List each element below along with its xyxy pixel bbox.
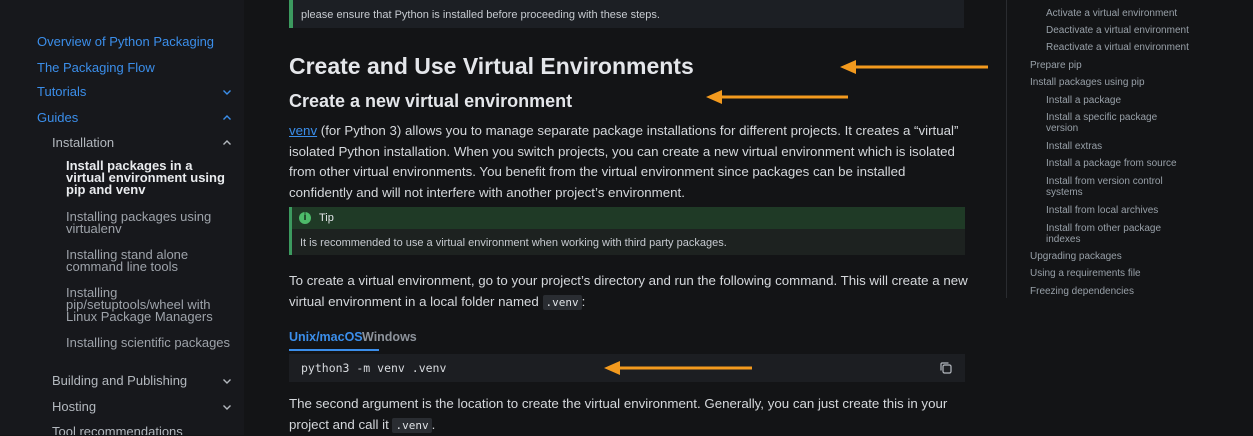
location-paragraph: The second argument is the location to c…: [289, 394, 969, 436]
create-text-end: :: [581, 293, 586, 309]
create-text: To create a virtual environment, go to y…: [289, 273, 968, 309]
sidebar-item-label: Hosting: [52, 399, 97, 414]
toc-item[interactable]: Install from version control: [1046, 176, 1163, 187]
arrow-left-icon: [604, 361, 752, 375]
sidebar: Overview of Python Packaging The Packagi…: [0, 0, 244, 435]
chevron-down-icon[interactable]: [222, 402, 232, 412]
create-paragraph: To create a virtual environment, go to y…: [289, 271, 969, 313]
arrow-left-icon: [840, 60, 988, 74]
location-text-end: .: [431, 416, 436, 432]
tip-header: i Tip: [292, 207, 965, 229]
command-text: python3 -m venv .venv: [301, 361, 447, 375]
chevron-up-icon[interactable]: [222, 138, 232, 148]
toc-item[interactable]: Install from other package: [1046, 223, 1161, 234]
inline-code: .venv: [542, 294, 582, 310]
sidebar-item-install-venv[interactable]: Install packages in a virtual environmen…: [66, 159, 232, 196]
tab-unix-macos[interactable]: Unix/macOS: [289, 330, 363, 344]
toc-item[interactable]: Deactivate a virtual environment: [1046, 25, 1189, 36]
toc-item-wrap[interactable]: version: [1046, 123, 1078, 134]
sidebar-item-virtualenv[interactable]: Installing packages using virtualenv: [66, 210, 232, 235]
toc-item[interactable]: Freezing dependencies: [1030, 286, 1134, 297]
section-heading: Create a new virtual environment: [289, 91, 573, 111]
info-icon: i: [299, 212, 311, 224]
toc-item[interactable]: Install packages using pip: [1030, 77, 1145, 88]
intro-text: (for Python 3) allows you to manage sepa…: [289, 123, 959, 200]
sidebar-item-label: Tutorials: [37, 84, 87, 99]
sidebar-item-hosting[interactable]: Hosting: [0, 399, 244, 419]
sidebar-item-installation[interactable]: Installation: [0, 135, 244, 155]
chevron-down-icon[interactable]: [222, 376, 232, 386]
toc-item[interactable]: Install a package from source: [1046, 158, 1177, 169]
toc-item[interactable]: Install a package: [1046, 95, 1121, 106]
toc-item[interactable]: Activate a virtual environment: [1046, 8, 1177, 19]
active-tab-indicator: [289, 349, 379, 351]
sidebar-item-tutorials[interactable]: Tutorials: [0, 84, 244, 104]
venv-link[interactable]: venv: [289, 123, 317, 138]
sidebar-item-label: Guides: [37, 110, 79, 125]
copy-icon[interactable]: [939, 361, 953, 375]
inline-code: .venv: [392, 417, 432, 433]
sidebar-item-building[interactable]: Building and Publishing: [0, 373, 244, 393]
chevron-up-icon[interactable]: [222, 113, 232, 123]
toc-item[interactable]: Upgrading packages: [1030, 251, 1122, 262]
sidebar-item-guides[interactable]: Guides: [0, 110, 244, 130]
tip-title: Tip: [319, 212, 334, 224]
sidebar-item-label: Tool recommendations: [52, 424, 183, 435]
table-of-contents: Activate a virtual environment Deactivat…: [1006, 0, 1253, 435]
location-text: The second argument is the location to c…: [289, 396, 948, 432]
intro-paragraph: venv (for Python 3) allows you to manage…: [289, 121, 969, 203]
sidebar-item-label: Installation: [52, 135, 115, 150]
sidebar-item-standalone-tools[interactable]: Installing stand alone command line tool…: [66, 248, 232, 273]
tip-admonition: i Tip It is recommended to use a virtual…: [289, 207, 965, 255]
toc-item[interactable]: Reactivate a virtual environment: [1046, 42, 1189, 53]
toc-item-wrap[interactable]: systems: [1046, 187, 1083, 198]
sidebar-item-linux-package-managers[interactable]: Installing pip/setuptools/wheel with Lin…: [66, 286, 232, 323]
page-title: Create and Use Virtual Environments: [289, 53, 694, 79]
toc-item[interactable]: Install a specific package: [1046, 112, 1157, 123]
tab-windows[interactable]: Windows: [362, 330, 417, 344]
sidebar-link-overview[interactable]: Overview of Python Packaging: [37, 34, 214, 49]
sidebar-item-scientific[interactable]: Installing scientific packages: [66, 336, 232, 349]
tip-body: It is recommended to use a virtual envir…: [300, 237, 727, 249]
arrow-left-icon: [706, 90, 848, 104]
toc-divider: [1006, 0, 1007, 298]
toc-item-wrap[interactable]: indexes: [1046, 234, 1080, 245]
toc-item[interactable]: Prepare pip: [1030, 60, 1082, 71]
toc-item[interactable]: Install from local archives: [1046, 205, 1158, 216]
note-callout: please ensure that Python is installed b…: [289, 0, 964, 28]
sidebar-link-packaging-flow[interactable]: The Packaging Flow: [37, 60, 155, 75]
toc-item[interactable]: Using a requirements file: [1030, 268, 1141, 279]
sidebar-item-tool-recs[interactable]: Tool recommendations: [0, 424, 244, 435]
sidebar-item-label: Building and Publishing: [52, 373, 188, 388]
toc-item[interactable]: Install extras: [1046, 141, 1102, 152]
chevron-down-icon[interactable]: [222, 87, 232, 97]
